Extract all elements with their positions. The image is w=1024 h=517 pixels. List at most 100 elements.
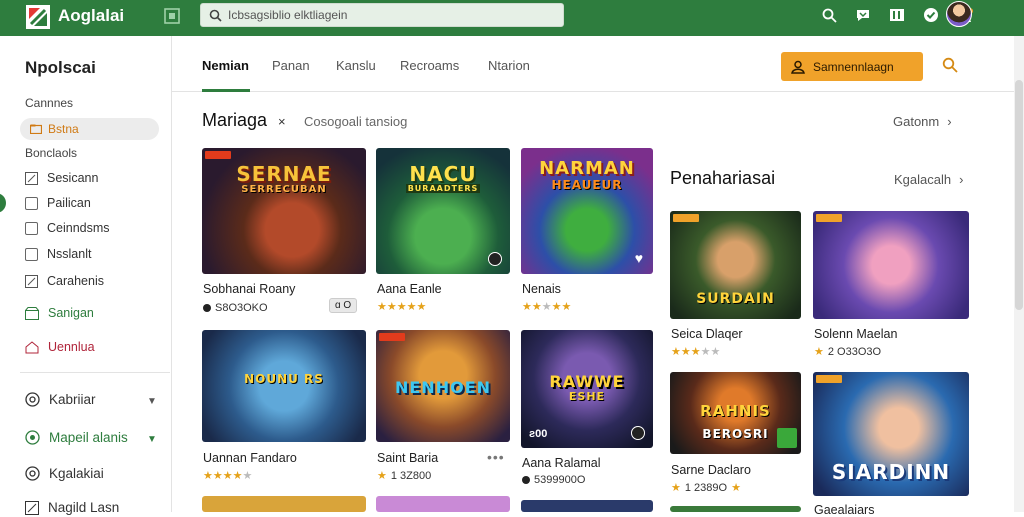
game-rating: ★ 2 O33O3O	[814, 345, 881, 359]
check-badge-icon[interactable]	[922, 6, 940, 24]
user-icon	[791, 60, 805, 74]
game-card[interactable]	[202, 496, 366, 512]
sidebar-item[interactable]: Mapeil alanis	[25, 430, 128, 445]
primary-action-button[interactable]: Samnennlaagn	[781, 52, 923, 81]
home-icon	[25, 340, 39, 353]
chevron-down-icon[interactable]: ▼	[147, 434, 157, 445]
target-icon	[25, 392, 40, 407]
game-cover-subtitle: BURAADTERS	[406, 184, 480, 193]
top-bar: Aoglalai Icbsagsiblio elktliagein	[0, 0, 1024, 36]
sidebar-item[interactable]: Nagild Lasn	[25, 500, 119, 515]
sidebar-section-heading: Cannnes	[25, 96, 74, 110]
checkbox[interactable]	[25, 221, 38, 235]
close-icon[interactable]: ×	[278, 114, 286, 129]
heart-icon[interactable]: ♥	[635, 250, 643, 266]
sidebar-item[interactable]: Sanigan	[25, 306, 94, 320]
sidebar-item[interactable]: Sesicann	[25, 171, 98, 185]
sidebar: Npolscai Cannnes Bstna Bonclaols Sesican…	[0, 36, 172, 515]
folder-icon	[30, 124, 42, 134]
library-icon[interactable]	[888, 6, 906, 24]
scrollbar-thumb[interactable]	[1015, 80, 1023, 310]
sidebar-item[interactable]: Pailican	[25, 196, 91, 210]
app-title: Aoglalai	[58, 6, 125, 25]
game-title[interactable]: Seica Dlaqer	[671, 327, 743, 341]
rating-count: S8O3OKO	[215, 302, 268, 314]
sidebar-item-label: Nagild Lasn	[48, 500, 120, 515]
badge	[205, 151, 231, 159]
game-card[interactable]: SURDAIN	[670, 211, 801, 319]
app-logo-icon[interactable]	[26, 5, 50, 29]
game-rating: S8O3OKO	[203, 302, 268, 314]
game-cover-title: SERNAE	[236, 162, 332, 186]
game-cover-title: RAHNIS	[700, 402, 771, 420]
game-card[interactable]: NARMAN HEAUEUR ♥	[521, 148, 653, 274]
game-card[interactable]	[521, 500, 653, 512]
apps-grid-icon[interactable]	[164, 8, 180, 24]
platform-icon	[488, 252, 502, 266]
game-cover-title: NOUNU RS	[244, 372, 324, 386]
user-avatar[interactable]	[946, 1, 972, 27]
price-tag[interactable]: ɑ O	[329, 298, 358, 313]
game-card[interactable]	[813, 211, 969, 319]
game-rating: ★★★★★	[377, 300, 426, 313]
game-card[interactable]: RAHNIS BEROSRI	[670, 372, 801, 454]
star-rating-icon: ★	[814, 346, 824, 358]
sidebar-divider	[20, 372, 170, 373]
checkbox[interactable]	[25, 196, 38, 210]
tab-5[interactable]: Ntarion	[488, 58, 530, 73]
sidebar-item-label: Kabriiar	[49, 392, 96, 407]
game-cover-subtitle: HEAUEUR	[551, 178, 623, 192]
section-title: Mariaga	[202, 110, 268, 130]
game-title[interactable]: Saint Baria	[377, 451, 438, 465]
search-icon[interactable]	[820, 6, 838, 24]
game-cover-title: NACU	[409, 162, 477, 186]
sidebar-item-label: Sesicann	[47, 171, 99, 185]
page-scrollbar[interactable]	[1014, 36, 1024, 512]
game-card[interactable]: RAWWE ESHE ƨ00	[521, 330, 653, 448]
see-all-link[interactable]: Gatonm ›	[893, 114, 952, 129]
game-card[interactable]: SIARDINN	[813, 372, 969, 496]
tab-4[interactable]: Recroams	[400, 58, 459, 73]
game-rating: ★★★★★	[522, 300, 571, 313]
sidebar-item[interactable]: Nsslanlt	[25, 247, 91, 261]
game-title[interactable]: Aana Eanle	[377, 282, 442, 296]
tab-1[interactable]: Nemian	[202, 58, 249, 73]
game-card[interactable]: NOUNU RS	[202, 330, 366, 442]
game-rating: ★ 1 3Z800	[377, 469, 431, 483]
search-icon[interactable]	[942, 57, 958, 73]
sidebar-item[interactable]: Kabriiar	[25, 392, 96, 407]
game-rating: ★★★★★	[203, 469, 252, 482]
edit-icon	[25, 171, 38, 185]
sidebar-item-label: Bstna	[48, 122, 79, 136]
game-card[interactable]: NENHOEN	[376, 330, 510, 442]
see-all-label: Kgalacalh	[894, 172, 952, 187]
sidebar-title: Npolscai	[25, 58, 96, 77]
game-title[interactable]: Sobhanai Roany	[203, 282, 295, 296]
more-options-icon[interactable]: •••	[487, 449, 505, 465]
game-card[interactable]: SERNAE SERRECUBAN	[202, 148, 366, 274]
sidebar-item-active[interactable]: Bstna	[20, 118, 159, 140]
star-rating-icon: ★	[731, 482, 741, 494]
search-input[interactable]: Icbsagsiblio elktliagein	[200, 3, 564, 27]
game-title[interactable]: Sarne Daclaro	[671, 463, 751, 477]
game-cover-title: NENHOEN	[394, 378, 492, 397]
game-title[interactable]: Uannan Fandaro	[203, 451, 297, 465]
chat-icon[interactable]	[854, 6, 872, 24]
game-rating: 5399900O	[522, 474, 585, 486]
sidebar-item[interactable]: Ceinndsms	[25, 221, 110, 235]
game-card[interactable]	[376, 496, 510, 512]
game-title[interactable]: Aana Ralamal	[522, 456, 601, 470]
chevron-down-icon[interactable]: ▼	[147, 396, 157, 407]
sidebar-item[interactable]: Carahenis	[25, 274, 104, 288]
sidebar-item[interactable]: Uennlua	[25, 340, 95, 354]
game-title[interactable]: Solenn Maelan	[814, 327, 897, 341]
sidebar-item[interactable]: Kgalakiai	[25, 466, 104, 481]
game-card[interactable]: NACU BURAADTERS	[376, 148, 510, 274]
tab-2[interactable]: Panan	[272, 58, 310, 73]
game-title[interactable]: Nenais	[522, 282, 561, 296]
side-see-all-link[interactable]: Kgalacalh ›	[894, 172, 963, 187]
game-card[interactable]	[670, 506, 801, 512]
tab-3[interactable]: Kanslu	[336, 58, 376, 73]
checkbox[interactable]	[25, 247, 38, 261]
game-title[interactable]: Gaealaiars	[814, 503, 874, 517]
